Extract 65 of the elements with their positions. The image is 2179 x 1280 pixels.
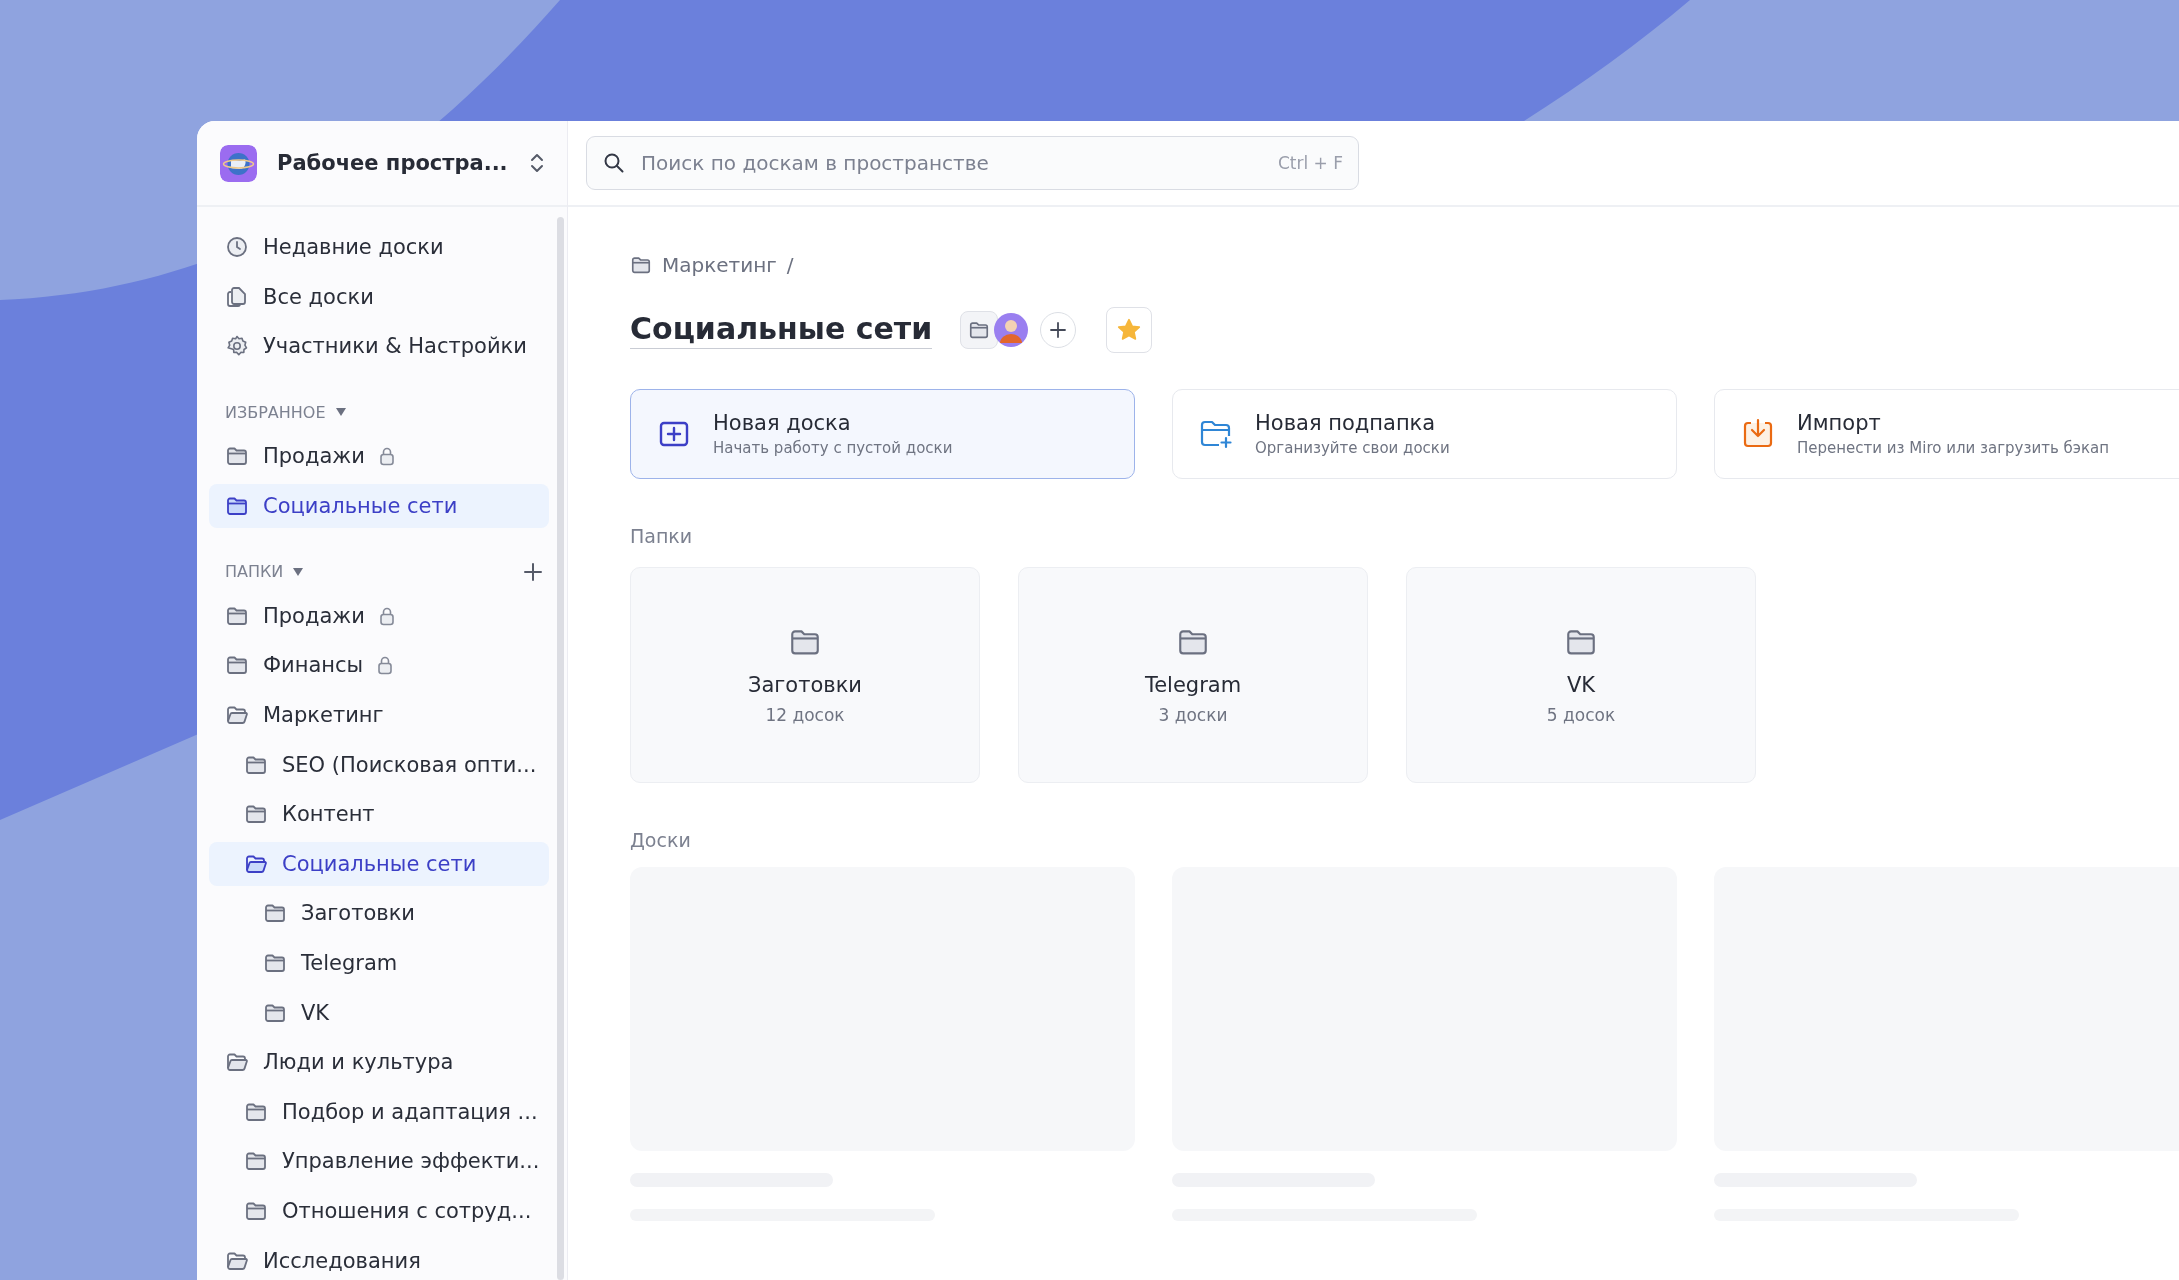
folder-name: VK — [1566, 673, 1596, 697]
action-card[interactable]: Новая подпапка Организуйте свои доски — [1172, 389, 1677, 479]
board-count: 12 досок — [765, 705, 845, 725]
action-title: Новая подпапка — [1255, 411, 1437, 435]
shortcut-hint: Ctrl + F — [1277, 153, 1343, 173]
action-subtitle: Перенести из Miro или загрузить бэкап — [1797, 439, 2110, 457]
nav-item[interactable]: Участники & Настройки — [209, 324, 549, 369]
scrollbar[interactable] — [557, 217, 564, 1280]
folder-item[interactable]: Маркетинг — [209, 692, 549, 737]
folder-item[interactable]: Продажи — [209, 593, 549, 638]
folder-item[interactable]: Подбор и адаптация ... — [209, 1089, 549, 1134]
plus-icon — [1048, 320, 1069, 340]
action-card[interactable]: Импорт Перенести из Miro или загрузить бэкап — [1714, 389, 2179, 479]
nav-item[interactable]: Все доски — [209, 274, 549, 319]
folder-button[interactable] — [960, 311, 999, 349]
folder-icon — [968, 319, 991, 341]
folder-name: Telegram — [1144, 673, 1242, 697]
folder-name: Заготовки — [748, 673, 862, 697]
action-card[interactable]: Новая доска Начать работу с пустой доски — [630, 389, 1135, 479]
lock-icon — [377, 655, 394, 676]
workspace-name[interactable]: Рабочее простра... — [277, 151, 509, 175]
action-subtitle: Организуйте свои доски — [1255, 439, 1450, 457]
folder-card[interactable]: Заготовки 12 досок — [630, 567, 980, 783]
lock-icon — [378, 605, 395, 626]
section-label: Доски — [630, 829, 692, 851]
section-title[interactable]: ПАПКИ — [225, 562, 284, 582]
folder-item[interactable]: Продажи — [209, 434, 549, 479]
plus-icon[interactable] — [523, 561, 543, 582]
caret-icon — [293, 567, 304, 576]
folder-item[interactable]: Люди и культура — [209, 1040, 549, 1085]
folder-item[interactable]: Telegram — [209, 940, 549, 985]
avatar-icon — [994, 313, 1029, 347]
folder-item[interactable]: Отношения с сотруд... — [209, 1188, 549, 1233]
caret-icon — [335, 408, 346, 417]
breadcrumb-link[interactable]: Маркетинг — [662, 253, 777, 277]
chevron-up-down-icon — [529, 152, 545, 174]
breadcrumb-separator: / — [786, 253, 794, 277]
star-icon — [1116, 317, 1143, 343]
folder-item[interactable]: Контент — [209, 792, 549, 837]
folder-card[interactable]: Telegram 3 доски — [1018, 567, 1368, 783]
action-title: Новая доска — [713, 411, 852, 435]
folder-item[interactable]: Исследования — [209, 1238, 549, 1280]
documents-icon — [225, 284, 249, 309]
folder-icon — [630, 254, 652, 276]
section-title[interactable]: ИЗБРАННОЕ — [225, 402, 326, 422]
section-label: Папки — [630, 525, 694, 547]
action-subtitle: Начать работу с пустой доски — [713, 439, 953, 457]
action-title: Импорт — [1797, 411, 1882, 435]
folder-item[interactable]: Социальные сети — [209, 483, 549, 528]
add-member-button[interactable] — [1040, 312, 1077, 348]
folder-card[interactable]: VK 5 досок — [1406, 567, 1756, 783]
folder-item[interactable]: Заготовки — [209, 891, 549, 936]
page-title[interactable]: Социальные сети — [630, 311, 933, 349]
globe-icon — [220, 144, 257, 182]
folder-item[interactable]: VK — [209, 990, 549, 1035]
folder-item[interactable]: Социальные сети — [209, 841, 549, 886]
search-icon — [603, 152, 625, 174]
board-count: 3 доски — [1158, 705, 1228, 725]
folder-item[interactable]: Управление эффекти... — [209, 1139, 549, 1184]
folder-item[interactable]: Финансы — [209, 643, 549, 688]
clock-icon — [225, 235, 249, 259]
lock-icon — [378, 446, 395, 467]
board-count: 5 досок — [1546, 705, 1616, 725]
folder-item[interactable]: SEO (Поисковая опти... — [209, 742, 549, 787]
nav-item[interactable]: Недавние доски — [209, 225, 549, 269]
